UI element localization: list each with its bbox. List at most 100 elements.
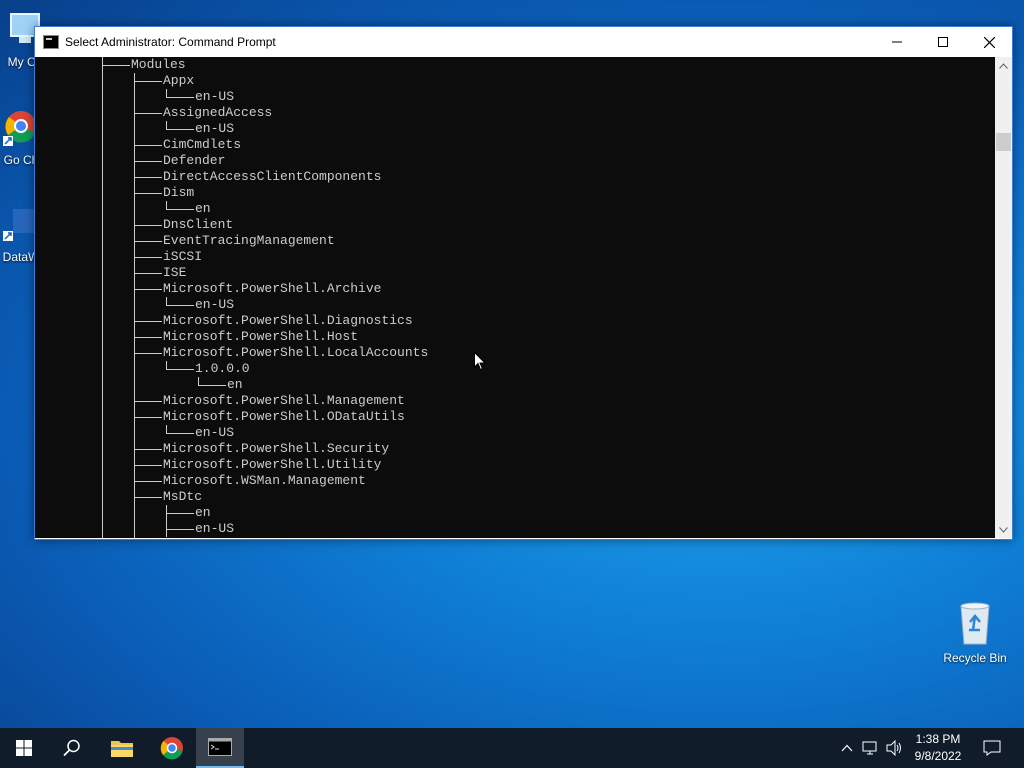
title-bar[interactable]: Select Administrator: Command Prompt	[35, 27, 1012, 57]
tree-row: en-US	[35, 521, 995, 537]
tree-row: Microsoft.PowerShell.Security	[35, 441, 995, 457]
chevron-up-icon	[999, 62, 1008, 69]
file-explorer-button[interactable]	[98, 728, 146, 768]
tree-node: Dism	[163, 185, 195, 200]
tree-row: Microsoft.WSMan.Management	[35, 473, 995, 489]
tree-row: en	[35, 377, 995, 393]
tree-node: DirectAccessClientComponents	[163, 169, 382, 184]
show-hidden-icons-button[interactable]	[838, 728, 856, 768]
action-center-button[interactable]	[978, 728, 1006, 768]
close-button[interactable]	[966, 27, 1012, 57]
maximize-icon	[938, 37, 948, 47]
tree-row: en-US	[35, 297, 995, 313]
desktop-icon-label: Recycle Bin	[943, 651, 1007, 665]
close-icon	[983, 36, 995, 48]
tree-node: Modules	[131, 57, 186, 72]
volume-icon	[886, 740, 901, 756]
clock[interactable]: 1:38 PM 9/8/2022	[905, 731, 971, 765]
tree-node: Microsoft.WSMan.Management	[163, 473, 366, 488]
tree-node: Microsoft.PowerShell.Security	[163, 441, 390, 456]
tree-node: Microsoft.PowerShell.Management	[163, 393, 405, 408]
command-prompt-icon	[208, 738, 232, 756]
scrollbar-thumb[interactable]	[996, 133, 1011, 151]
tree-node: Defender	[163, 153, 226, 168]
command-prompt-taskbar-button[interactable]	[196, 728, 244, 768]
chrome-icon	[160, 737, 183, 760]
mouse-cursor-icon	[474, 352, 486, 371]
tree-node: en	[195, 505, 211, 520]
tree-row: Microsoft.PowerShell.Diagnostics	[35, 313, 995, 329]
chevron-down-icon	[999, 526, 1008, 533]
recycle-bin-icon	[960, 602, 990, 645]
tree-node: Microsoft.PowerShell.ODataUtils	[163, 409, 405, 424]
command-prompt-icon	[43, 35, 59, 49]
minimize-button[interactable]	[874, 27, 920, 57]
scroll-up-button[interactable]	[995, 57, 1012, 74]
maximize-button[interactable]	[920, 27, 966, 57]
network-icon	[862, 741, 877, 755]
tree-row: AssignedAccess	[35, 105, 995, 121]
tree-row: iSCSI	[35, 249, 995, 265]
notification-icon	[983, 740, 1001, 756]
clock-date: 9/8/2022	[914, 749, 962, 763]
tree-node: en	[227, 377, 243, 392]
tree-row: Microsoft.PowerShell.Utility	[35, 457, 995, 473]
tree-node: en	[195, 201, 211, 216]
desktop-icon-recycle-bin[interactable]: Recycle Bin	[940, 600, 1010, 665]
tree-row: en-US	[35, 121, 995, 137]
tree-node: en-US	[195, 521, 235, 536]
tree-row: MsDtc	[35, 489, 995, 505]
tree-row: ISE	[35, 265, 995, 281]
tree-row: 1.0.0.0	[35, 361, 995, 377]
tree-row: Microsoft.PowerShell.ODataUtils	[35, 409, 995, 425]
tree-row: Microsoft.PowerShell.Management	[35, 393, 995, 409]
tree-row: Appx	[35, 73, 995, 89]
tree-row: en	[35, 201, 995, 217]
tree-row: en-US	[35, 425, 995, 441]
file-explorer-icon	[111, 741, 133, 757]
tree-node: AssignedAccess	[163, 105, 273, 120]
tree-node: MsDtc	[163, 489, 203, 504]
tree-node: ISE	[163, 265, 187, 280]
tree-node: EventTracingManagement	[163, 233, 335, 248]
tree-node: en-US	[195, 121, 235, 136]
volume-tray-button[interactable]	[884, 728, 906, 768]
tree-node: en-US	[195, 297, 235, 312]
tree-row: CimCmdlets	[35, 137, 995, 153]
tree-row: Microsoft.PowerShell.LocalAccounts	[35, 345, 995, 361]
tree-row: Microsoft.PowerShell.Archive	[35, 281, 995, 297]
tree-row: Microsoft.PowerShell.Host	[35, 329, 995, 345]
tree-row: EventTracingManagement	[35, 233, 995, 249]
start-button[interactable]	[0, 728, 48, 768]
clock-time: 1:38 PM	[915, 732, 961, 746]
minimize-icon	[892, 41, 902, 43]
tree-node: DnsClient	[163, 217, 234, 232]
tree-node: en-US	[195, 425, 235, 440]
tree-row: Defender	[35, 153, 995, 169]
vertical-scrollbar[interactable]	[995, 57, 1012, 538]
console-output[interactable]: Modules Appx en-US AssignedAccess en-US …	[35, 57, 995, 538]
tree-row: Dism	[35, 185, 995, 201]
chrome-taskbar-button[interactable]	[148, 728, 196, 768]
tree-node: Microsoft.PowerShell.Host	[163, 329, 359, 344]
scroll-down-button[interactable]	[995, 521, 1012, 538]
tree-node: CimCmdlets	[163, 137, 242, 152]
search-button[interactable]	[48, 728, 96, 768]
tree-node: Microsoft.PowerShell.LocalAccounts	[163, 345, 429, 360]
tree-node: Appx	[163, 73, 195, 88]
tree-node: Microsoft.PowerShell.Archive	[163, 281, 382, 296]
network-tray-button[interactable]	[860, 728, 882, 768]
command-prompt-window[interactable]: Select Administrator: Command Prompt Mod…	[34, 26, 1013, 540]
tree-row: Modules	[35, 57, 995, 73]
search-icon	[63, 739, 80, 757]
tree-node: Microsoft.PowerShell.Utility	[163, 457, 382, 472]
tree-node: Microsoft.PowerShell.Diagnostics	[163, 313, 413, 328]
tree-node: 1.0.0.0	[195, 361, 250, 376]
tree-row: DnsClient	[35, 217, 995, 233]
start-icon	[16, 740, 32, 756]
tree-node: iSCSI	[163, 249, 203, 264]
chevron-up-icon	[841, 744, 853, 752]
taskbar: 1:38 PM 9/8/2022	[0, 728, 1024, 768]
tree-row: DirectAccessClientComponents	[35, 169, 995, 185]
window-title: Select Administrator: Command Prompt	[65, 35, 276, 49]
